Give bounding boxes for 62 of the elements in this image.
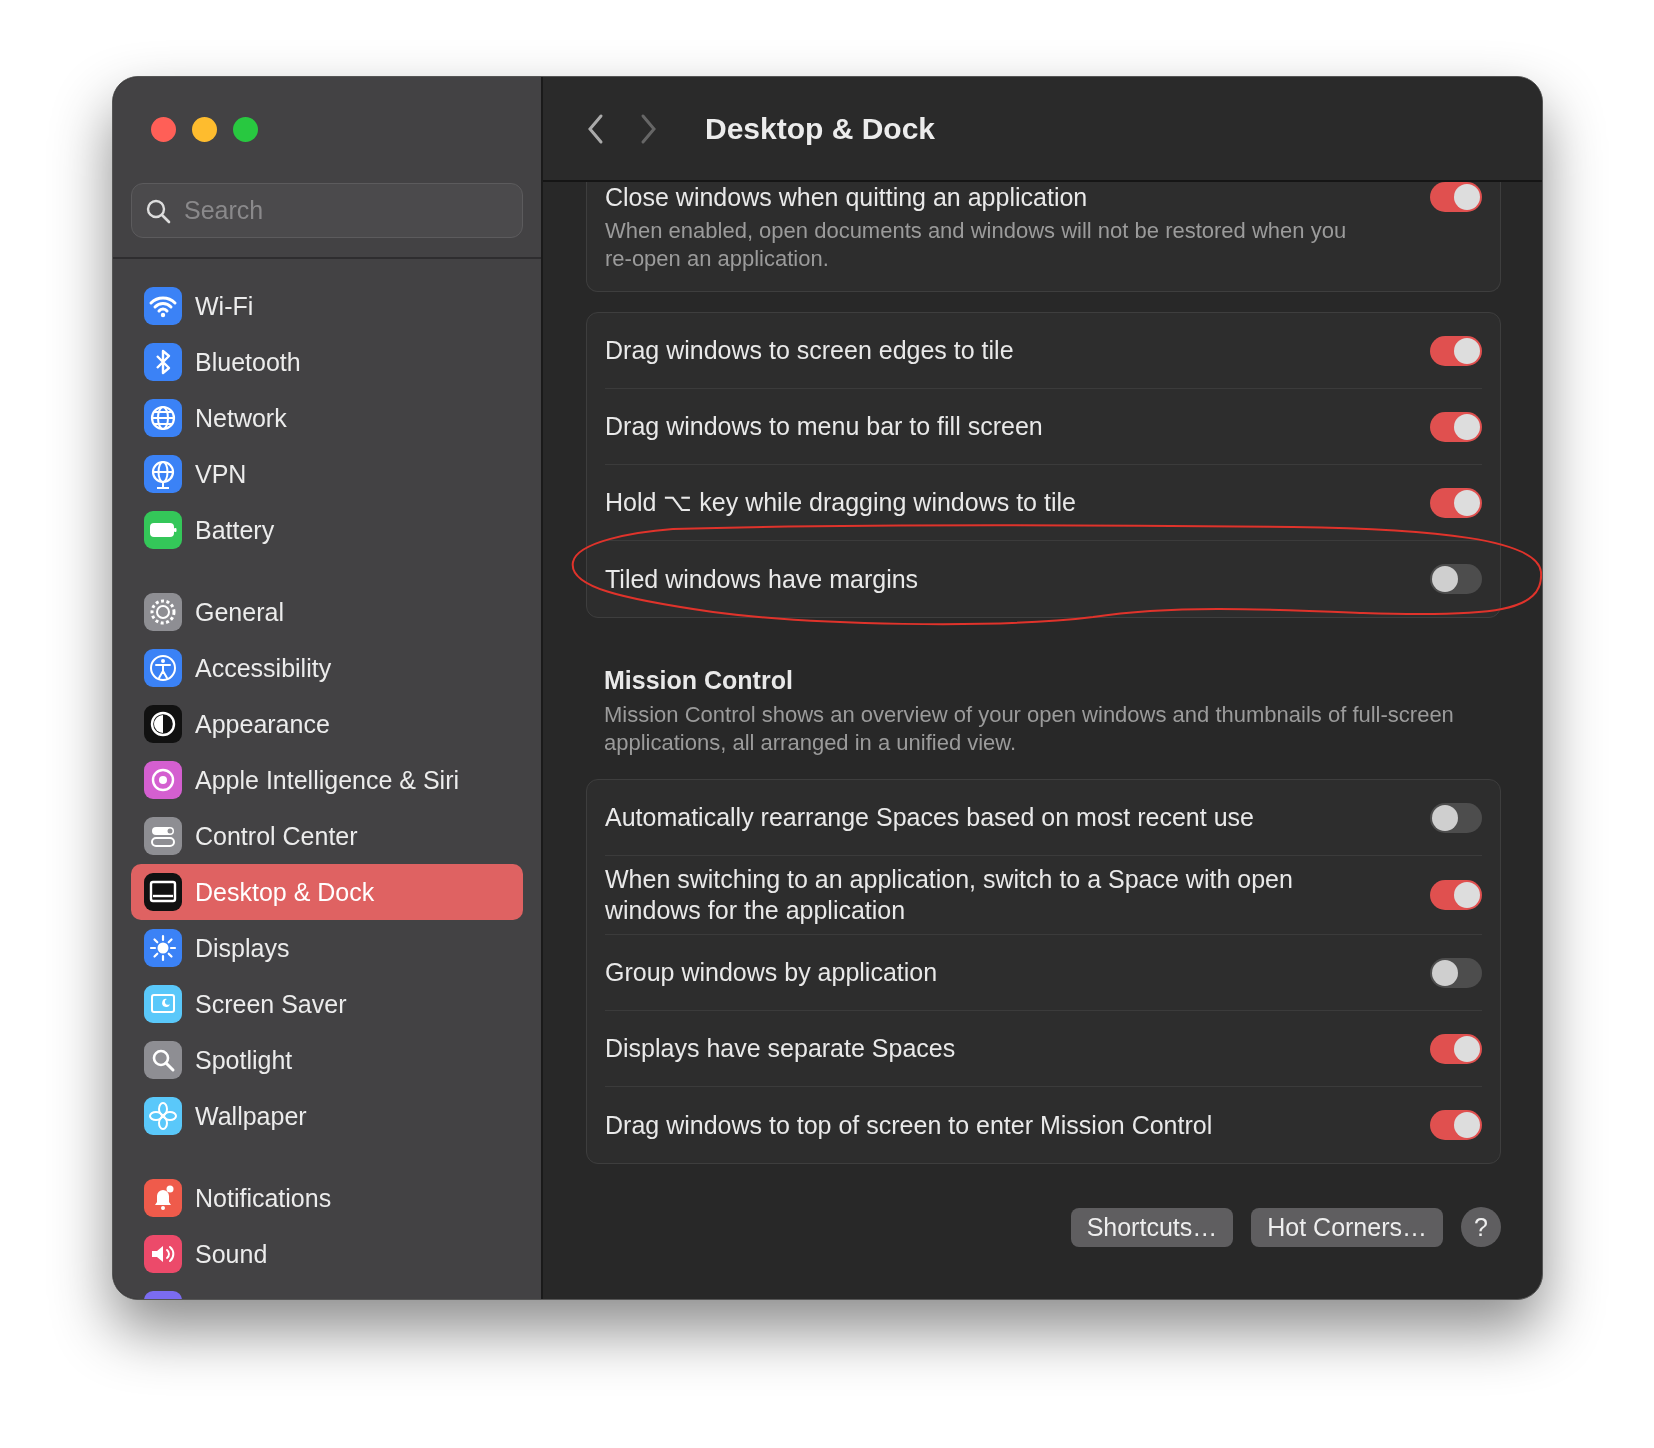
setting-label: Tiled windows have margins xyxy=(605,563,920,595)
setting-label: Drag windows to menu bar to fill screen xyxy=(605,411,1044,442)
window-title: Desktop & Dock xyxy=(705,111,936,146)
wifi-icon xyxy=(143,286,183,326)
sidebar-item[interactable]: Control Center xyxy=(131,808,523,864)
sidebar-item[interactable]: VPN xyxy=(131,446,523,502)
toggle-switch[interactable] xyxy=(1430,564,1482,594)
dialog-button[interactable]: Shortcuts… xyxy=(1070,1207,1234,1247)
search-field[interactable]: Search xyxy=(131,183,523,238)
accessibility-icon xyxy=(143,648,183,688)
globe-icon xyxy=(143,398,183,438)
dialog-button[interactable]: Hot Corners… xyxy=(1251,1207,1443,1247)
close-button[interactable] xyxy=(151,117,176,142)
search-icon xyxy=(143,1040,183,1080)
toggle-switch[interactable] xyxy=(1430,182,1482,212)
sidebar-item[interactable]: Network xyxy=(131,390,523,446)
toggle-switch[interactable] xyxy=(1430,880,1482,910)
flower-icon xyxy=(143,1096,183,1136)
setting-description: When enabled, open documents and windows will not be restored when you re-open an application. xyxy=(605,217,1348,273)
help-button[interactable]: ? xyxy=(1461,1207,1501,1247)
toggle-switch[interactable] xyxy=(1430,1033,1482,1064)
bluetooth-icon xyxy=(143,342,183,382)
toggle-switch[interactable] xyxy=(1430,1110,1482,1140)
sidebar-item[interactable]: Accessibility xyxy=(131,640,523,696)
globe-icon xyxy=(143,454,183,494)
gear-icon xyxy=(143,592,183,632)
battery-icon xyxy=(143,510,183,550)
sun-icon xyxy=(143,928,183,968)
sidebar-item[interactable]: Notifications xyxy=(131,1170,523,1226)
sidebar-item[interactable]: Sound xyxy=(131,1226,523,1282)
sidebar-item[interactable]: Battery xyxy=(131,502,523,558)
minimize-button[interactable] xyxy=(192,117,217,142)
sidebar-item[interactable]: Bluetooth xyxy=(131,334,523,390)
monitor-icon xyxy=(143,872,183,912)
bell-icon xyxy=(143,1178,183,1218)
section-heading: Mission Control xyxy=(604,666,794,695)
setting-label: Automatically rearrange Spaces based on most recent use xyxy=(605,802,1255,833)
sidebar-item[interactable]: Appearance xyxy=(131,696,523,752)
sidebar-item[interactable]: Apple Intelligence & Siri xyxy=(131,752,523,808)
screen-icon xyxy=(143,984,183,1024)
zoom-button[interactable] xyxy=(233,117,258,142)
sidebar-item[interactable]: Displays xyxy=(131,920,523,976)
toggle-switch[interactable] xyxy=(1430,487,1482,518)
setting-label: Close windows when quitting an application xyxy=(605,182,1089,213)
sidebar-item[interactable]: Spotlight xyxy=(131,1032,523,1088)
section-description: Mission Control shows an overview of your open windows and thumbnails of full-screen applications, all arranged in a unified view. xyxy=(604,701,1455,757)
toggle-switch[interactable] xyxy=(1430,411,1482,442)
toggles-icon xyxy=(143,816,183,856)
speaker-icon xyxy=(143,1234,183,1274)
toggle-switch[interactable] xyxy=(1430,802,1482,833)
setting-label: When switching to an application, switch to a Space with open windows for the application xyxy=(605,864,1294,926)
toggle-switch[interactable] xyxy=(1430,335,1482,366)
sidebar-item[interactable]: Wallpaper xyxy=(131,1088,523,1144)
setting-label: Displays have separate Spaces xyxy=(605,1033,957,1064)
setting-label: Hold ⌥ key while dragging windows to tile xyxy=(605,487,1077,518)
sidebar-item[interactable]: Screen Saver xyxy=(131,976,523,1032)
sidebar-item[interactable]: Wi-Fi xyxy=(131,278,523,334)
sidebar-item[interactable]: General xyxy=(131,584,523,640)
toggle-switch[interactable] xyxy=(1430,957,1482,988)
setting-label: Drag windows to top of screen to enter Mission Control xyxy=(605,1109,1214,1141)
setting-label: Group windows by application xyxy=(605,957,939,988)
setting-label: Drag windows to screen edges to tile xyxy=(605,335,1015,366)
